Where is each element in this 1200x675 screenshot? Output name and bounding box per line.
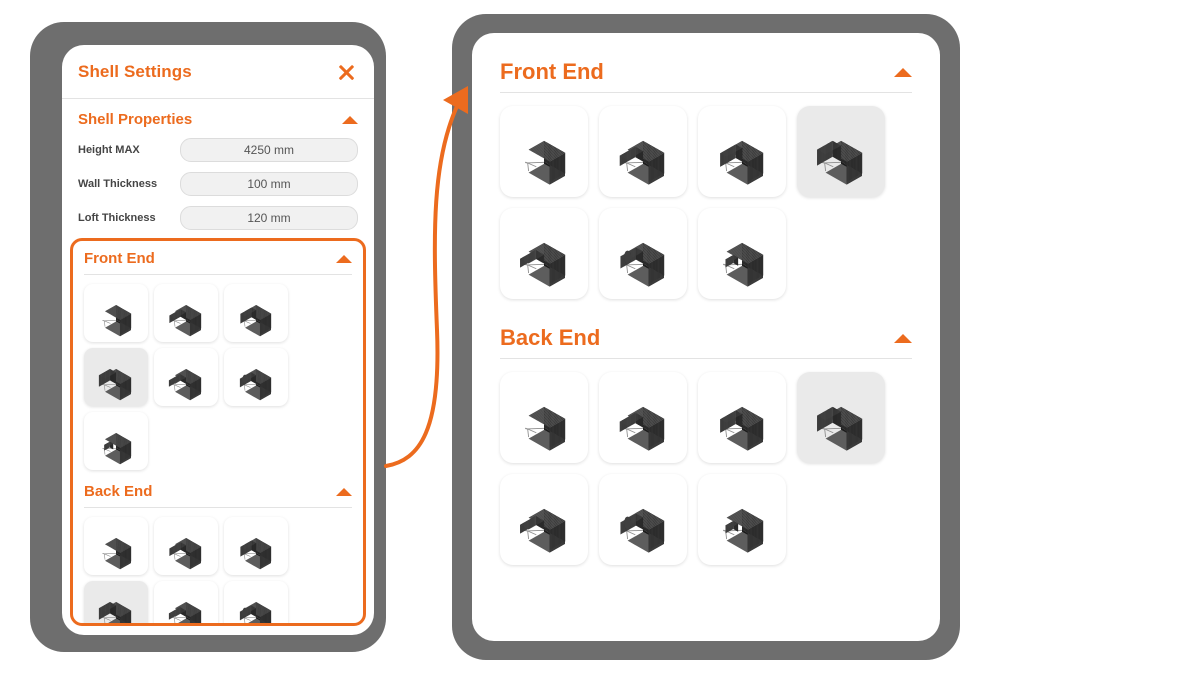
shell-option-thumbnail[interactable] xyxy=(797,106,885,197)
detail-back-end-header[interactable]: Back End xyxy=(500,325,912,351)
shell-option-thumbnail[interactable] xyxy=(698,208,786,299)
shell-shape-box-round-nose xyxy=(239,602,272,623)
property-label: Wall Thickness xyxy=(78,178,158,190)
detail-front-end-grid xyxy=(500,93,912,299)
shell-option-thumbnail[interactable] xyxy=(224,581,288,623)
detail-back-end-section: Back End xyxy=(500,325,912,565)
shell-option-thumbnail[interactable] xyxy=(599,208,687,299)
caret-up-icon[interactable] xyxy=(894,67,912,77)
shell-shape-box-notch-deep xyxy=(817,406,863,451)
shell-option-thumbnail[interactable] xyxy=(224,517,288,575)
end-selector-detail-panel: Front End Back End xyxy=(472,33,940,641)
shell-properties-header[interactable]: Shell Properties xyxy=(78,111,358,128)
shell-shape-box-plain xyxy=(102,538,132,570)
panel-back-end-grid xyxy=(84,508,352,623)
shell-properties-section: Shell Properties Height MAX 4250 mm Wall… xyxy=(62,99,374,234)
shell-option-thumbnail[interactable] xyxy=(500,372,588,463)
loft-thickness-input[interactable]: 120 mm xyxy=(180,206,358,230)
shell-shape-box-small-pod xyxy=(722,242,764,287)
shell-shape-box-notch xyxy=(720,406,764,451)
caret-up-icon[interactable] xyxy=(894,333,912,343)
shell-option-thumbnail[interactable] xyxy=(84,581,148,623)
shell-properties-title: Shell Properties xyxy=(78,111,193,128)
shell-shape-box-small-pod xyxy=(102,433,132,465)
caret-up-icon[interactable] xyxy=(336,254,352,263)
shell-shape-box-step-low xyxy=(169,538,202,570)
detail-front-end-header[interactable]: Front End xyxy=(500,59,912,85)
screenshot-stage: Shell Settings Shell Properties Height M… xyxy=(0,0,1200,675)
shell-option-thumbnail[interactable] xyxy=(500,208,588,299)
shell-shape-box-plain xyxy=(102,305,132,337)
shell-shape-box-plain xyxy=(524,140,566,185)
panel-front-end-title: Front End xyxy=(84,250,155,267)
shell-shape-box-notch-deep xyxy=(817,140,863,185)
shell-shape-box-small-pod xyxy=(722,508,764,553)
shell-shape-box-notch-deep xyxy=(98,369,132,401)
panel-front-end-header[interactable]: Front End xyxy=(84,250,352,267)
shell-option-thumbnail[interactable] xyxy=(84,284,148,342)
shell-option-thumbnail[interactable] xyxy=(698,372,786,463)
shell-shape-box-step-low xyxy=(169,305,202,337)
panel-front-end-grid xyxy=(84,275,352,470)
shell-option-thumbnail[interactable] xyxy=(599,474,687,565)
shell-shape-box-step-low xyxy=(619,406,665,451)
panel-front-end-section: Front End xyxy=(84,241,352,470)
shell-shape-box-notch xyxy=(240,538,272,570)
panel-back-end-section: Back End xyxy=(84,470,352,623)
property-row-height-max: Height MAX 4250 mm xyxy=(78,138,358,162)
shell-shape-box-notch xyxy=(240,305,272,337)
shell-shape-box-round-nose xyxy=(239,369,272,401)
shell-option-thumbnail[interactable] xyxy=(84,517,148,575)
panel-back-end-header[interactable]: Back End xyxy=(84,483,352,500)
wall-thickness-input[interactable]: 100 mm xyxy=(180,172,358,196)
property-row-loft-thickness: Loft Thickness 120 mm xyxy=(78,206,358,230)
shell-option-thumbnail[interactable] xyxy=(154,581,218,623)
highlighted-end-selectors: Front End Back End xyxy=(70,238,366,626)
shell-shape-box-step-tall xyxy=(168,602,202,623)
shell-shape-box-notch-deep xyxy=(98,602,132,623)
panel-back-end-title: Back End xyxy=(84,483,153,500)
shell-shape-box-step-tall xyxy=(520,508,566,553)
panel-header: Shell Settings xyxy=(62,45,374,99)
shell-option-thumbnail[interactable] xyxy=(599,106,687,197)
page-title: Shell Settings xyxy=(78,61,192,81)
shell-option-thumbnail[interactable] xyxy=(599,372,687,463)
shell-option-thumbnail[interactable] xyxy=(698,474,786,565)
shell-shape-box-step-tall xyxy=(520,242,566,287)
caret-up-icon[interactable] xyxy=(342,115,358,124)
shell-shape-box-notch xyxy=(720,140,764,185)
property-label: Loft Thickness xyxy=(78,212,156,224)
shell-option-thumbnail[interactable] xyxy=(154,517,218,575)
shell-shape-box-plain xyxy=(524,406,566,451)
detail-front-end-title: Front End xyxy=(500,59,604,84)
property-label: Height MAX xyxy=(78,144,140,156)
shell-shape-box-step-low xyxy=(619,140,665,185)
shell-shape-box-round-nose xyxy=(620,508,665,553)
shell-option-thumbnail[interactable] xyxy=(224,348,288,406)
shell-shape-box-step-tall xyxy=(168,369,202,401)
shell-option-thumbnail[interactable] xyxy=(797,372,885,463)
detail-front-end-section: Front End xyxy=(500,59,912,299)
detail-back-end-grid xyxy=(500,359,912,565)
caret-up-icon[interactable] xyxy=(336,487,352,496)
shell-option-thumbnail[interactable] xyxy=(84,348,148,406)
height-max-input[interactable]: 4250 mm xyxy=(180,138,358,162)
shell-option-thumbnail[interactable] xyxy=(500,474,588,565)
shell-option-thumbnail[interactable] xyxy=(154,284,218,342)
shell-option-thumbnail[interactable] xyxy=(698,106,786,197)
shell-option-thumbnail[interactable] xyxy=(154,348,218,406)
detail-content: Front End Back End xyxy=(472,33,940,565)
shell-option-thumbnail[interactable] xyxy=(500,106,588,197)
detail-back-end-title: Back End xyxy=(500,325,601,350)
shell-shape-box-round-nose xyxy=(620,242,665,287)
property-row-wall-thickness: Wall Thickness 100 mm xyxy=(78,172,358,196)
close-icon[interactable] xyxy=(334,60,358,84)
shell-option-thumbnail[interactable] xyxy=(224,284,288,342)
shell-option-thumbnail[interactable] xyxy=(84,412,148,470)
